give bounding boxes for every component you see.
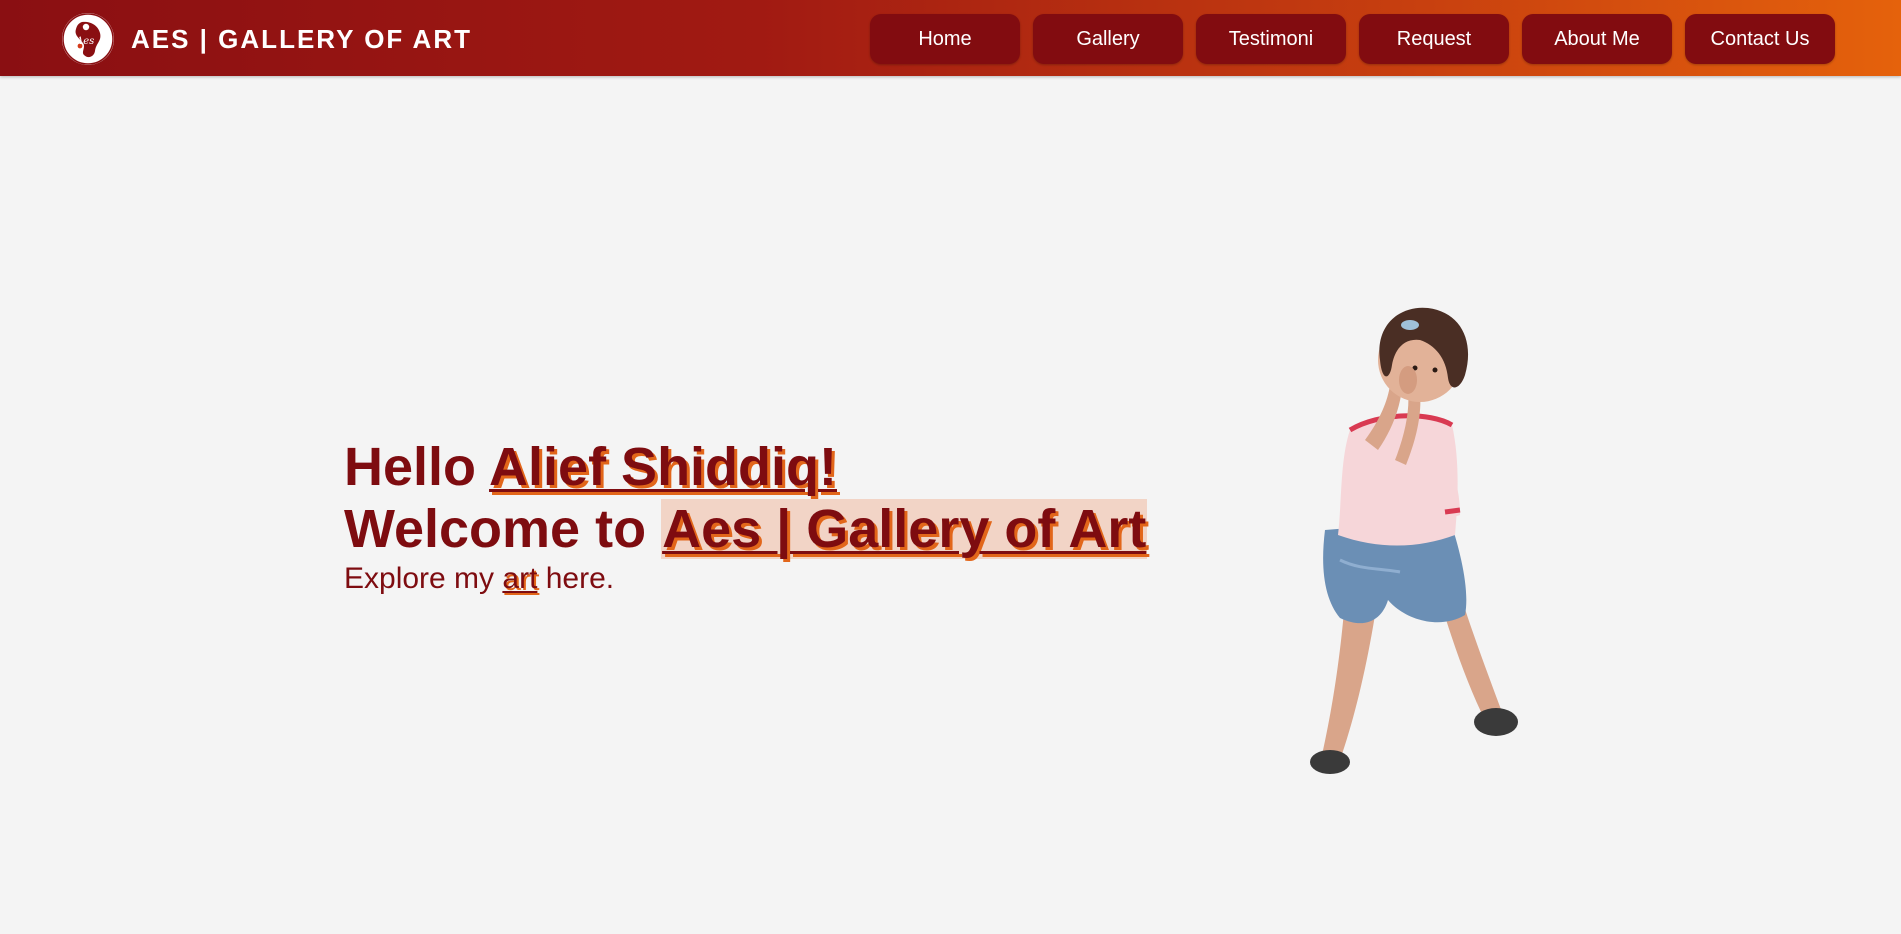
greeting-prefix: Hello bbox=[344, 437, 490, 497]
nav-about-me-button[interactable]: About Me bbox=[1522, 14, 1672, 64]
user-name-link[interactable]: Alief Shiddiq! bbox=[489, 437, 837, 497]
brand-title[interactable]: AES | GALLERY OF ART bbox=[131, 24, 472, 55]
nav-testimoni-button[interactable]: Testimoni bbox=[1196, 14, 1346, 64]
nav-contact-us-button[interactable]: Contact Us bbox=[1685, 14, 1835, 64]
explore-text: Explore my art here. bbox=[344, 560, 1147, 598]
explore-prefix: Explore my bbox=[344, 562, 503, 595]
hero-section: Hello Alief Shiddiq! Welcome to Aes | Ga… bbox=[344, 436, 1148, 598]
brand-logo-icon[interactable]: Aes bbox=[62, 13, 114, 65]
explore-suffix: here. bbox=[537, 562, 615, 595]
art-link[interactable]: art bbox=[502, 562, 537, 595]
site-name-link[interactable]: Aes | Gallery of Art bbox=[661, 499, 1148, 559]
nav-request-button[interactable]: Request bbox=[1359, 14, 1509, 64]
welcome-heading: Welcome to Aes | Gallery of Art bbox=[344, 498, 1148, 560]
logo-lettering: Aes bbox=[75, 36, 94, 47]
greeting-heading: Hello Alief Shiddiq! bbox=[344, 436, 1147, 498]
nav-gallery-button[interactable]: Gallery bbox=[1033, 14, 1183, 64]
top-navbar: Aes AES | GALLERY OF ART Home Gallery Te… bbox=[0, 0, 1901, 76]
hero-child-image bbox=[1270, 300, 1530, 780]
nav-home-button[interactable]: Home bbox=[870, 14, 1020, 64]
welcome-prefix: Welcome to bbox=[344, 499, 662, 559]
main-nav: Home Gallery Testimoni Request About Me … bbox=[870, 14, 1835, 64]
